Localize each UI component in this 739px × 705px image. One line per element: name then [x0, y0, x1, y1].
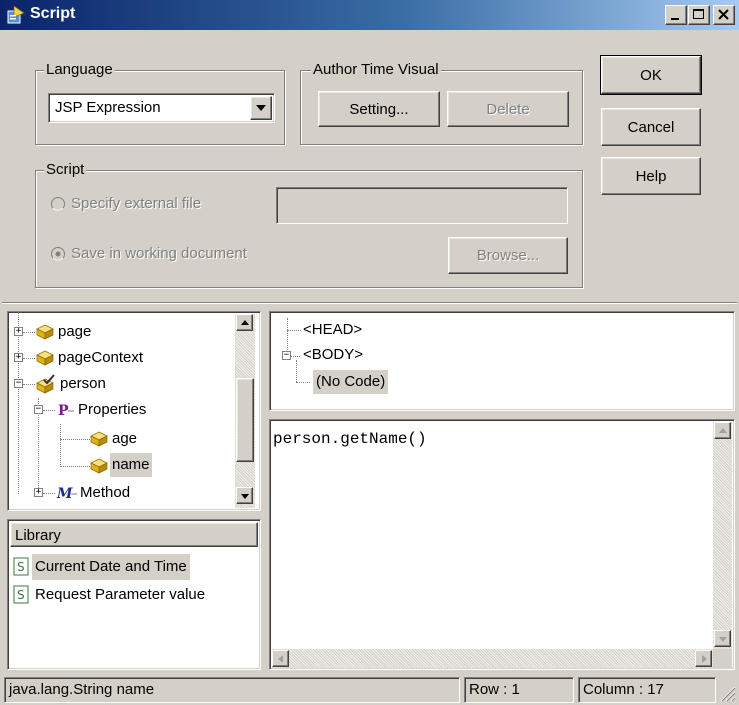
object-check-icon: [36, 374, 55, 394]
svg-text:S: S: [17, 588, 25, 602]
scroll-left-button[interactable]: [272, 650, 289, 667]
scroll-down-button[interactable]: [236, 487, 253, 504]
maximize-icon: [693, 9, 704, 19]
property-p-icon: P: [58, 403, 74, 419]
external-file-input[interactable]: [276, 187, 568, 224]
expand-pagecontext-toggle[interactable]: +: [14, 353, 23, 362]
status-row: Row : 1: [464, 677, 574, 703]
document-tree[interactable]: − <HEAD> <BODY> (No Code): [269, 311, 735, 411]
working-document-label: Save in working document: [71, 245, 247, 262]
help-button[interactable]: Help: [601, 157, 701, 195]
yellow-cube-icon: [36, 350, 54, 366]
library-header-label: Library: [15, 527, 61, 544]
yellow-cube-icon: [36, 324, 54, 340]
library-item-current-date[interactable]: S Current Date and Time: [12, 554, 242, 580]
tree-item-label: age: [112, 430, 138, 447]
code-editor[interactable]: person.getName(): [269, 419, 735, 670]
editor-vertical-scrollbar[interactable]: [713, 422, 732, 649]
code-text[interactable]: person.getName(): [273, 430, 427, 448]
yellow-cube-icon: [90, 431, 108, 447]
language-select[interactable]: JSP Expression: [48, 93, 275, 123]
expand-method-toggle[interactable]: +: [34, 488, 43, 497]
status-info: java.lang.String name: [4, 677, 460, 703]
script-s-icon: S: [13, 585, 29, 604]
library-item-request-parameter[interactable]: S Request Parameter value: [12, 582, 258, 608]
cancel-button[interactable]: Cancel: [601, 108, 701, 146]
svg-text:S: S: [17, 560, 25, 574]
scroll-thumb[interactable]: [236, 378, 254, 462]
doc-node-head[interactable]: <HEAD>: [303, 321, 362, 338]
collapse-properties-toggle[interactable]: −: [34, 405, 43, 414]
collapse-body-toggle[interactable]: −: [282, 351, 291, 360]
object-tree-scrollbar[interactable]: [235, 314, 255, 508]
scrollbar-corner: [713, 649, 732, 668]
script-s-icon: S: [13, 557, 29, 576]
arrow-down-icon: [241, 494, 249, 499]
browse-button[interactable]: Browse...: [448, 237, 568, 274]
svg-text:M: M: [56, 486, 73, 502]
delete-button[interactable]: Delete: [447, 91, 569, 127]
close-button[interactable]: [713, 5, 735, 25]
size-grip-icon[interactable]: [718, 684, 736, 702]
scroll-up-button[interactable]: [714, 422, 731, 439]
external-file-label: Specify external file: [71, 195, 202, 212]
panel-separator: [2, 302, 737, 304]
script-window-icon: [7, 5, 25, 24]
library-item-label: Current Date and Time: [32, 554, 190, 580]
object-tree[interactable]: + + − − + page pageContext person P Prop…: [7, 311, 261, 511]
minimize-icon: [671, 18, 679, 20]
tree-item-label: Properties: [78, 401, 147, 418]
library-panel[interactable]: Library S Current Date and Time S Reques…: [7, 519, 261, 670]
chevron-down-icon: [256, 105, 266, 111]
expand-page-toggle[interactable]: +: [14, 327, 23, 336]
arrow-up-icon: [719, 428, 727, 433]
collapse-person-toggle[interactable]: −: [14, 379, 23, 388]
status-column: Column : 17: [578, 677, 716, 703]
arrow-right-icon: [702, 655, 707, 663]
arrow-down-icon: [719, 637, 727, 642]
svg-text:P: P: [58, 403, 69, 419]
title-bar[interactable]: Script: [0, 0, 739, 30]
setting-button[interactable]: Setting...: [318, 91, 440, 127]
scroll-up-button[interactable]: [236, 314, 253, 331]
language-group-label: Language: [44, 61, 115, 78]
tree-item-label: Method: [80, 484, 131, 501]
close-icon: [718, 9, 729, 20]
script-group-label: Script: [44, 161, 87, 178]
scroll-down-button[interactable]: [714, 630, 731, 647]
tree-item-label: pageContext: [58, 349, 144, 366]
tree-item-label: name: [110, 453, 152, 477]
arrow-up-icon: [241, 320, 249, 325]
doc-node-body[interactable]: <BODY>: [303, 346, 363, 363]
method-m-icon: M: [56, 486, 77, 502]
ok-button[interactable]: OK: [600, 55, 702, 95]
window-title: Script: [30, 5, 76, 22]
author-time-visual-label: Author Time Visual: [311, 61, 441, 78]
tree-item-label: page: [58, 323, 92, 340]
doc-node-no-code[interactable]: (No Code): [313, 370, 389, 394]
scroll-right-button[interactable]: [695, 650, 712, 667]
tree-item-label: person: [60, 375, 106, 392]
language-dropdown-button[interactable]: [250, 96, 272, 120]
library-item-label: Request Parameter value: [35, 586, 206, 603]
library-header[interactable]: Library: [10, 522, 258, 547]
minimize-button[interactable]: [665, 5, 687, 25]
working-document-radio[interactable]: [50, 246, 66, 262]
editor-horizontal-scrollbar[interactable]: [272, 649, 713, 668]
external-file-radio[interactable]: [50, 196, 66, 212]
language-selected-value: JSP Expression: [55, 99, 161, 116]
arrow-left-icon: [278, 655, 283, 663]
yellow-cube-icon: [90, 458, 108, 474]
maximize-button[interactable]: [688, 5, 710, 25]
